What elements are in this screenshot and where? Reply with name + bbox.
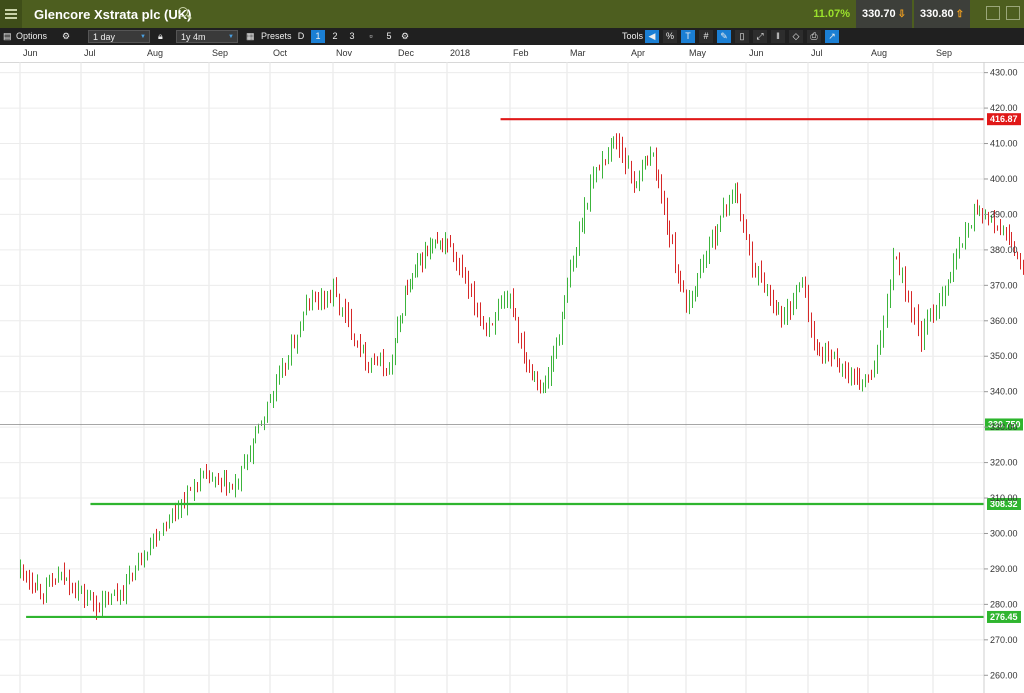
preset-d-button[interactable]: D <box>294 30 308 43</box>
maximize-icon[interactable] <box>986 6 1000 20</box>
text-tool-icon[interactable]: T <box>681 30 695 43</box>
preset-settings-icon[interactable]: ⚙ <box>398 30 412 43</box>
x-tick-label: 2018 <box>450 48 471 58</box>
y-tick-label: 270.00 <box>990 635 1018 645</box>
y-tick-label: 300.00 <box>990 528 1018 538</box>
x-tick-label: May <box>689 48 707 58</box>
x-tick-label: Jul <box>84 48 96 58</box>
chart-toolbar: ▤ Options ⚙ 1 day 🔒︎ 1y 4m ▦ Presets D 1… <box>0 28 1024 45</box>
tools-label: Tools <box>622 31 644 41</box>
back-arrow-icon[interactable]: ◀ <box>645 30 659 43</box>
y-tick-label: 350.00 <box>990 351 1018 361</box>
level-price-label: 416.87 <box>990 114 1018 124</box>
interval-select[interactable]: 1 day <box>88 30 150 44</box>
y-tick-label: 280.00 <box>990 599 1018 609</box>
sell-price: 330.70 <box>861 8 896 20</box>
x-tick-label: Sep <box>936 48 953 58</box>
options-button[interactable]: Options <box>16 30 47 43</box>
shape-icon[interactable]: ◇ <box>789 30 803 43</box>
x-tick-label: Aug <box>147 48 164 58</box>
y-tick-label: 370.00 <box>990 280 1018 290</box>
title-bar: Glencore Xstrata plc (UK) 11.07% 330.70 ⇩… <box>0 0 1024 28</box>
preset-5-button[interactable]: 5 <box>382 30 396 43</box>
x-tick-label: Sep <box>212 48 229 58</box>
y-tick-label: 330.00 <box>990 422 1018 432</box>
search-icon[interactable] <box>178 7 188 17</box>
percent-button[interactable]: % <box>663 30 677 43</box>
time-axis-bar: Jun Jul Aug Sep Oct Nov Dec 2018 Feb Mar Apr May Jun… <box>0 45 1024 63</box>
preset-2-button[interactable]: 2 <box>328 30 342 43</box>
x-tick-label: Apr <box>631 48 646 58</box>
price-chart[interactable]: 330.750416.87308.32276.45 430.00420.0041… <box>0 62 1024 693</box>
y-tick-label: 340.00 <box>990 387 1018 397</box>
y-tick-label: 260.00 <box>990 670 1018 680</box>
y-tick-label: 290.00 <box>990 564 1018 574</box>
draw-tool-icon[interactable]: ✎ <box>717 30 731 43</box>
buy-arrow-icon: ⇧ <box>955 8 965 20</box>
x-tick-label: Feb <box>513 48 529 58</box>
price-change-percent: 11.07% <box>813 8 850 20</box>
line-tool-icon[interactable]: ↗ <box>825 30 839 43</box>
instrument-title: Glencore Xstrata plc (UK) <box>34 7 192 22</box>
preset-3-button[interactable]: 3 <box>345 30 359 43</box>
y-tick-label: 320.00 <box>990 458 1018 468</box>
y-tick-label: 420.00 <box>990 103 1018 113</box>
x-tick-label: Jul <box>811 48 823 58</box>
y-tick-label: 410.00 <box>990 139 1018 149</box>
buy-price: 330.80 <box>919 8 954 20</box>
copy-icon[interactable]: ▫ <box>364 30 378 43</box>
bars-icon[interactable]: ‖ <box>771 30 785 43</box>
resize-icon[interactable]: ⤢ <box>753 30 767 43</box>
close-window-icon[interactable] <box>1006 6 1020 20</box>
range-select[interactable]: 1y 4m <box>176 30 238 44</box>
buy-price-button[interactable]: 330.80 ⇧ <box>914 0 970 28</box>
grid-icon[interactable]: # <box>699 30 713 43</box>
x-tick-label: Nov <box>336 48 353 58</box>
sell-price-button[interactable]: 330.70 ⇩ <box>856 0 912 28</box>
x-tick-label: Dec <box>398 48 415 58</box>
x-tick-label: Jun <box>749 48 764 58</box>
x-tick-label: Jun <box>23 48 38 58</box>
calendar-icon[interactable]: ▦ <box>246 30 255 43</box>
y-tick-label: 430.00 <box>990 68 1018 78</box>
print-icon[interactable]: ⎙ <box>807 30 821 43</box>
lock-icon[interactable]: 🔒︎ <box>158 30 163 43</box>
panel-icon[interactable]: ▤ <box>3 30 12 43</box>
hamburger-menu-icon[interactable] <box>0 0 22 28</box>
candle-icon[interactable]: ▯ <box>735 30 749 43</box>
level-price-label: 276.45 <box>990 612 1018 622</box>
y-tick-label: 360.00 <box>990 316 1018 326</box>
sell-arrow-icon: ⇩ <box>897 8 907 20</box>
preset-1-button[interactable]: 1 <box>311 30 325 43</box>
presets-label: Presets <box>261 31 292 41</box>
x-tick-label: Oct <box>273 48 288 58</box>
settings-gear-icon[interactable]: ⚙ <box>62 30 70 43</box>
x-tick-label: Aug <box>871 48 888 58</box>
y-tick-label: 380.00 <box>990 245 1018 255</box>
x-tick-label: Mar <box>570 48 586 58</box>
y-tick-label: 310.00 <box>990 493 1018 503</box>
y-tick-label: 400.00 <box>990 174 1018 184</box>
y-tick-label: 390.00 <box>990 209 1018 219</box>
